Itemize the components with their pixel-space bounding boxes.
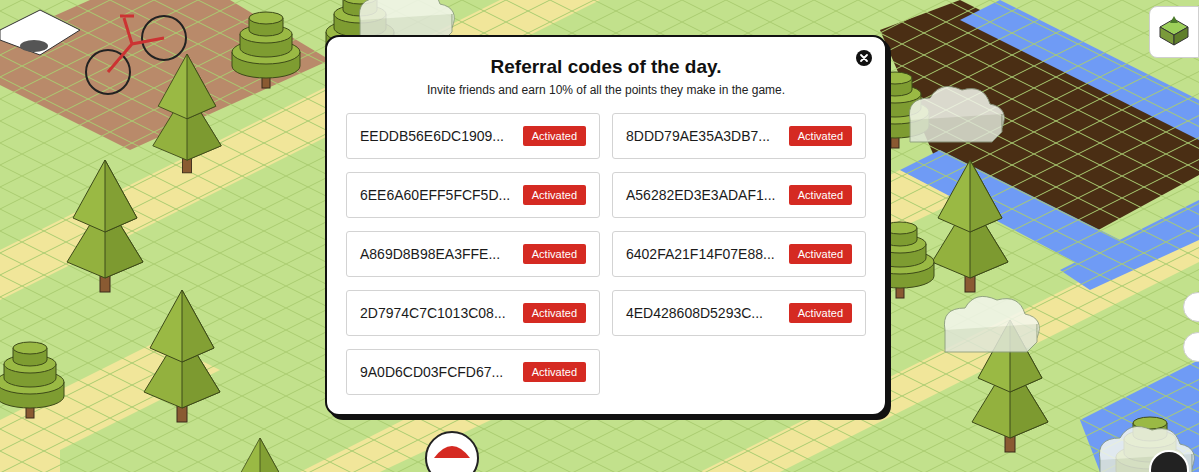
- cloud-icon: [944, 296, 1039, 352]
- code-card[interactable]: 4ED428608D5293C... Activated: [612, 290, 866, 336]
- status-badge: Activated: [523, 362, 586, 382]
- cloud-icon: [909, 86, 1004, 142]
- iso-map-icon: [1157, 15, 1191, 49]
- status-badge: Activated: [523, 126, 586, 146]
- code-card[interactable]: 8DDD79AE35A3DB7... Activated: [612, 113, 866, 159]
- code-card[interactable]: A869D8B98EA3FFE... Activated: [346, 231, 600, 277]
- character-sticker-icon[interactable]: [426, 432, 478, 472]
- map-view-button[interactable]: [1149, 6, 1199, 58]
- dialog-subtitle: Invite friends and earn 10% of all the p…: [346, 82, 866, 98]
- status-badge: Activated: [523, 303, 586, 323]
- code-text[interactable]: A56282ED3E3ADAF1...: [626, 187, 775, 203]
- status-badge: Activated: [789, 303, 852, 323]
- code-text[interactable]: A869D8B98EA3FFE...: [360, 246, 500, 262]
- pine-tree-icon: [144, 290, 220, 422]
- code-grid: EEDDB56E6DC1909...Activated8DDD79AE35A3D…: [346, 113, 866, 395]
- status-badge: Activated: [523, 185, 586, 205]
- code-card[interactable]: 2D7974C7C1013C08... Activated: [346, 290, 600, 336]
- code-text[interactable]: 4ED428608D5293C...: [626, 305, 763, 321]
- code-text[interactable]: 2D7974C7C1013C08...: [360, 305, 506, 321]
- code-text[interactable]: EEDDB56E6DC1909...: [360, 128, 504, 144]
- pine-tree-icon: [67, 160, 143, 292]
- code-card[interactable]: 6402FA21F14F07E88... Activated: [612, 231, 866, 277]
- status-badge: Activated: [789, 185, 852, 205]
- round-tree-icon: [0, 342, 64, 418]
- round-tree-icon: [232, 12, 300, 88]
- status-badge: Activated: [523, 244, 586, 264]
- pine-tree-icon: [153, 54, 221, 173]
- referral-dialog: Referral codes of the day. Invite friends…: [325, 35, 887, 416]
- code-text[interactable]: 6402FA21F14F07E88...: [626, 246, 775, 262]
- target-mat-icon: [0, 10, 80, 55]
- code-card[interactable]: EEDDB56E6DC1909... Activated: [346, 113, 600, 159]
- code-card[interactable]: 9A0D6CD03FCFD67... Activated: [346, 349, 600, 395]
- pine-tree-icon: [230, 438, 291, 472]
- dialog-title: Referral codes of the day.: [346, 55, 866, 79]
- code-card[interactable]: A56282ED3E3ADAF1... Activated: [612, 172, 866, 218]
- close-button[interactable]: [855, 49, 873, 67]
- pine-tree-icon: [932, 160, 1008, 292]
- status-badge: Activated: [789, 126, 852, 146]
- status-badge: Activated: [789, 244, 852, 264]
- close-icon: [855, 49, 873, 67]
- code-text[interactable]: 9A0D6CD03FCFD67...: [360, 364, 503, 380]
- game-screen: Referral codes of the day. Invite friends…: [0, 0, 1199, 472]
- code-text[interactable]: 8DDD79AE35A3DB7...: [626, 128, 770, 144]
- code-card[interactable]: 6EE6A60EFF5FCF5D... Activated: [346, 172, 600, 218]
- code-text[interactable]: 6EE6A60EFF5FCF5D...: [360, 187, 510, 203]
